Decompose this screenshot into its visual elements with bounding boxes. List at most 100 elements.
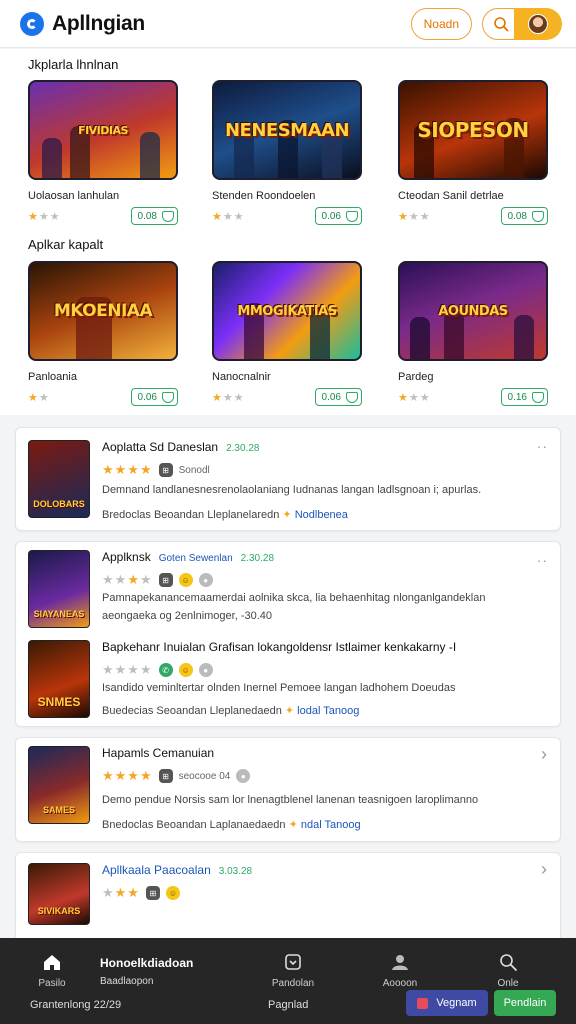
entry-stats: ★★★ ⊞ ☺: [102, 885, 548, 901]
rating-stars: ★★★★: [102, 768, 153, 783]
shield-icon: [346, 210, 358, 222]
app-meta: ★★★ 0.08: [398, 206, 548, 226]
rating-stars: ★★★: [28, 210, 61, 223]
rating-stars: ★★★★: [102, 572, 153, 587]
app-card[interactable]: FIVIDIAS Uolaosan lanhulan ★★★ 0.08: [28, 80, 178, 226]
secondary-action-button[interactable]: Vegnam: [406, 990, 488, 1016]
shield-icon: [532, 391, 544, 403]
emoji-icon: ☺: [165, 886, 180, 900]
nav-home-label: Pasilo: [38, 978, 66, 989]
feed-card[interactable]: SIVIKARS Apllkaala Paacoalan 3.03.28 ★★★ …: [15, 852, 561, 952]
entry-title[interactable]: Applknsk: [102, 550, 151, 564]
shield-icon: [162, 210, 174, 222]
app-name: Nanocnalnir: [212, 371, 271, 383]
install-price-button[interactable]: 0.16: [500, 388, 548, 406]
rating-stars: ★★: [28, 391, 50, 404]
nav-home[interactable]: Pasilo: [32, 952, 72, 989]
entry-title[interactable]: Hapamls Cemanuian: [102, 746, 214, 760]
entry-link[interactable]: lodal Tanoog: [297, 705, 359, 717]
entry-thumbnail: SNMES: [28, 640, 90, 718]
nav-people-label: Aoooon: [382, 978, 418, 989]
controller-icon: ⊞: [158, 769, 173, 783]
primary-action-button[interactable]: Pendlain: [494, 990, 556, 1016]
entry-stats: ★★★★ ⊞ Sonodl: [102, 462, 548, 478]
feed-entry[interactable]: SIAYANEAS Applknsk Goten Sewenlan 2.30.28 …: [28, 550, 548, 636]
feed-card[interactable]: SAMES Hapamls Cemanuian ★★★★ ⊞ seocooe 0…: [15, 737, 561, 842]
whatsapp-icon: ✆: [158, 663, 173, 677]
chevron-right-icon[interactable]: ›: [541, 859, 548, 880]
app-logo-icon[interactable]: [20, 11, 44, 36]
app-grid-section: Jkplarla lhnlnan FIVIDIAS Uolaosan lanhu…: [0, 49, 576, 415]
chat-icon: ●: [236, 769, 251, 783]
entry-footer: Bnedoclas Beoandan Laplanaedaedn ✦ ndal …: [102, 819, 361, 831]
entry-thumbnail: SIAYANEAS: [28, 550, 90, 628]
user-avatar: [528, 13, 548, 34]
app-meta: ★★★ 0.16: [398, 387, 548, 407]
install-price-button[interactable]: 0.06: [130, 388, 178, 406]
rating-stars: ★★★: [212, 210, 245, 223]
entry-link[interactable]: Nodlbenea: [295, 509, 348, 521]
app-thumbnail: FIVIDIAS: [28, 80, 178, 180]
app-meta: ★★★ 0.06: [212, 387, 362, 407]
nav-messages[interactable]: Pandolan: [266, 952, 320, 989]
app-meta: ★★★ 0.06: [212, 206, 362, 226]
app-thumbnail: AOUNDAS: [398, 261, 548, 361]
entry-tag: 2.30.28: [240, 553, 275, 564]
nav-messages-label: Pandolan: [271, 978, 315, 989]
app-card[interactable]: SIOPESON Cteodan Sanil detrlae ★★★ 0.08: [398, 80, 548, 226]
app-card[interactable]: NENESMAAN Stenden Roondoelen ★★★ 0.06: [212, 80, 362, 226]
entry-stats: ★★★★ ⊞ ☺ ●: [102, 572, 548, 588]
entry-link[interactable]: ndal Tanoog: [301, 819, 361, 831]
app-thumbnail: MMOGIKATIAS: [212, 261, 362, 361]
nav-center-subtitle: Baadlaopon: [100, 976, 154, 987]
app-card[interactable]: AOUNDAS Pardeg ★★★ 0.16: [398, 261, 548, 407]
feed-entry[interactable]: SAMES Hapamls Cemanuian ★★★★ ⊞ seocooe 0…: [28, 746, 548, 836]
app-thumbnail: NENESMAAN: [212, 80, 362, 180]
nav-center-title[interactable]: Honoelkdiadoan: [100, 956, 193, 970]
entry-description: Demnand landlanesnesrenolaolaniang Iudna…: [102, 484, 482, 496]
shield-icon: [162, 391, 174, 403]
app-meta: ★★ 0.06: [28, 387, 178, 407]
install-price-button[interactable]: 0.08: [500, 207, 548, 225]
entry-thumbnail: SIVIKARS: [28, 863, 90, 925]
app-card[interactable]: MMOGIKATIAS Nanocnalnir ★★★ 0.06: [212, 261, 362, 407]
entry-title[interactable]: Aoplatta Sd Daneslan: [102, 440, 218, 454]
entry-description: Pamnapekanancemaamerdai aolnika skca, li…: [102, 592, 486, 604]
spark-icon: ✦: [284, 705, 295, 717]
rating-stars: ★★★: [212, 391, 245, 404]
feed-entry[interactable]: SNMES Bapkehanr Inuialan Grafisan lokang…: [28, 640, 548, 720]
app-page: Apllngian Noadn Jkplarla lhnlnan FIVIDIA…: [0, 0, 576, 1024]
entry-thumbnail: DOLOBARS: [28, 440, 90, 518]
entry-description-2: aeongaeka og 2enlnimoger, -30.40: [102, 610, 273, 622]
nav-search[interactable]: Onle: [488, 952, 528, 989]
chevron-right-icon[interactable]: ›: [541, 744, 548, 765]
app-title: Apllngian: [52, 11, 145, 35]
install-price-button[interactable]: 0.06: [314, 388, 362, 406]
entry-title[interactable]: Apllkaala Paacoalan: [102, 863, 211, 877]
controller-icon: ⊞: [145, 886, 160, 900]
install-price-button[interactable]: 0.08: [130, 207, 178, 225]
header-action-button[interactable]: Noadn: [410, 7, 472, 40]
emoji-icon: ☺: [178, 573, 193, 587]
entry-tag: 2.30.28: [226, 443, 260, 454]
secondary-action-label: Vegnam: [436, 997, 477, 1009]
profile-button[interactable]: [514, 7, 562, 40]
controller-icon: ⊞: [158, 573, 173, 587]
nav-footer-left: Grantenlong 22/29: [30, 999, 122, 1011]
feed-entry[interactable]: SIVIKARS Apllkaala Paacoalan 3.03.28 ★★★ …: [28, 863, 548, 927]
entry-title[interactable]: Bapkehanr Inuialan Grafisan lokangoldens…: [102, 640, 456, 654]
app-name: Uolaosan lanhulan: [28, 190, 120, 202]
app-card[interactable]: MKOENIAA Panloania ★★ 0.06: [28, 261, 178, 407]
rating-stars: ★★★: [102, 885, 140, 900]
entry-footer: Buedecias Seoandan Lleplanedaedn ✦ lodal…: [102, 705, 360, 717]
feed-card[interactable]: SIAYANEAS Applknsk Goten Sewenlan 2.30.28 …: [15, 541, 561, 727]
install-price-button[interactable]: 0.06: [314, 207, 362, 225]
feed-entry[interactable]: DOLOBARS Aoplatta Sd Daneslan 2.30.28 ★★★…: [28, 440, 548, 521]
nav-people[interactable]: Aoooon: [378, 952, 422, 989]
shield-icon: [346, 391, 358, 403]
more-options-button[interactable]: ··: [537, 438, 548, 454]
app-name: Cteodan Sanil detrlae: [398, 190, 504, 202]
spark-icon: ✦: [282, 509, 292, 521]
feed-card[interactable]: DOLOBARS Aoplatta Sd Daneslan 2.30.28 ★★★…: [15, 427, 561, 531]
more-options-button[interactable]: ··: [537, 552, 548, 568]
